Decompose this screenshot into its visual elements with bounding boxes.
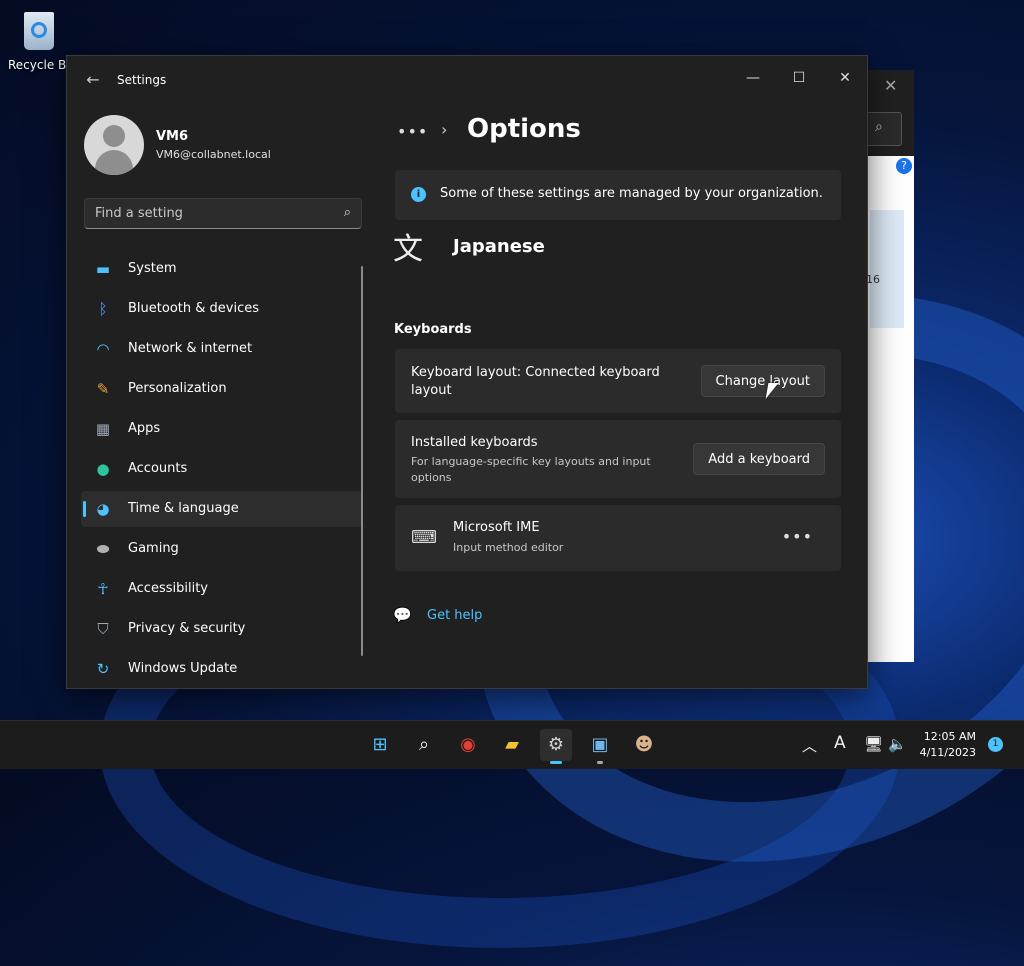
- ime-name: Microsoft IME: [453, 520, 540, 535]
- installed-keyboards-label: Installed keyboards: [411, 435, 538, 450]
- sidebar-item-bluetooth[interactable]: ᛒ Bluetooth & devices: [81, 291, 363, 327]
- accessibility-icon: ☥: [97, 580, 109, 598]
- network-icon[interactable]: 🖥: [864, 735, 883, 753]
- recycle-bin-icon: [20, 8, 58, 52]
- banner-text: Some of these settings are managed by yo…: [440, 186, 823, 201]
- bluetooth-icon: ᛒ: [98, 300, 108, 318]
- sidebar-item-windows-update[interactable]: ↻ Windows Update: [81, 651, 363, 687]
- apps-icon: ▦: [95, 420, 111, 438]
- users-icon[interactable]: ☻: [628, 729, 660, 761]
- user-email: VM6@collabnet.local: [156, 148, 271, 161]
- file-explorer-icon[interactable]: ▰: [496, 729, 528, 761]
- globe-clock-icon: ◕: [96, 500, 110, 518]
- settings-gear-icon[interactable]: ⚙: [540, 729, 572, 764]
- wifi-icon: ◠: [96, 340, 110, 358]
- maximize-icon[interactable]: ☐: [781, 64, 817, 92]
- installed-keyboards-card: Installed keyboards For language-specifi…: [395, 420, 841, 498]
- installed-keyboards-desc: For language-specific key layouts and in…: [411, 455, 651, 484]
- search-icon: ⌕: [875, 119, 883, 135]
- user-name: VM6: [156, 129, 189, 144]
- minimize-icon[interactable]: —: [735, 64, 771, 92]
- start-icon[interactable]: ⊞: [364, 729, 396, 761]
- sidebar-item-personalization[interactable]: ✎ Personalization: [81, 371, 363, 407]
- language-name: Japanese: [453, 236, 545, 257]
- managed-banner: i Some of these settings are managed by …: [395, 170, 841, 220]
- sidebar-item-time-language[interactable]: ◕ Time & language: [81, 491, 363, 527]
- change-layout-button[interactable]: Change layout: [700, 365, 825, 397]
- get-help-link[interactable]: Get help: [427, 608, 482, 623]
- breadcrumb-more-button[interactable]: •••: [397, 122, 428, 141]
- language-icon: 文: [393, 232, 423, 267]
- search-input[interactable]: [93, 205, 327, 222]
- window-title: Settings: [117, 73, 167, 87]
- keyboard-icon: ⌨: [411, 527, 437, 548]
- sidebar-scrollbar[interactable]: [361, 266, 363, 656]
- sidebar-item-apps[interactable]: ▦ Apps: [81, 411, 363, 447]
- sidebar-item-system[interactable]: ▬ System: [81, 251, 363, 287]
- search-box[interactable]: ⌕: [84, 198, 362, 229]
- sidebar-item-accounts[interactable]: ● Accounts: [81, 451, 363, 487]
- sidebar-item-privacy[interactable]: ⛉ Privacy & security: [81, 611, 363, 647]
- more-options-button[interactable]: •••: [782, 527, 813, 546]
- back-arrow-icon[interactable]: ←: [83, 70, 103, 90]
- keyboards-heading: Keyboards: [394, 322, 472, 337]
- active-app-indicator: [550, 761, 562, 764]
- background-close-icon[interactable]: ✕: [884, 76, 897, 95]
- background-search-button[interactable]: ⌕: [864, 112, 902, 146]
- background-panel: [870, 210, 904, 328]
- background-partial-text: 16: [866, 273, 880, 286]
- desktop-icon-recycle-bin[interactable]: Recycle Bin: [8, 8, 78, 72]
- taskbar-search-icon[interactable]: ⌕: [408, 729, 440, 761]
- gamepad-icon: ⬬: [96, 540, 110, 558]
- keyboard-layout-card: Keyboard layout: Connected keyboard layo…: [395, 349, 841, 413]
- ime-desc: Input method editor: [453, 541, 564, 554]
- title-bar[interactable]: ← Settings — ☐ ✕: [67, 56, 867, 104]
- system-icon: ▬: [95, 260, 111, 278]
- update-icon: ↻: [96, 660, 110, 678]
- sidebar-item-accessibility[interactable]: ☥ Accessibility: [81, 571, 363, 607]
- shield-icon: ⛉: [97, 620, 109, 638]
- running-app-indicator: [597, 761, 603, 764]
- settings-window: ← Settings — ☐ ✕ VM6 VM6@collabnet.local…: [66, 55, 868, 689]
- avatar[interactable]: [84, 115, 144, 175]
- chevron-up-icon[interactable]: ︿: [802, 735, 817, 756]
- accounts-icon: ●: [96, 460, 110, 478]
- help-icon[interactable]: ?: [896, 158, 912, 174]
- search-icon[interactable]: ⌕: [344, 205, 351, 220]
- sidebar-nav: ▬ System ᛒ Bluetooth & devices ◠ Network & …: [81, 251, 363, 691]
- close-icon[interactable]: ✕: [827, 64, 863, 92]
- keyboard-layout-label: Keyboard layout: Connected keyboard layo…: [411, 365, 660, 398]
- page-title: Options: [467, 114, 581, 144]
- chevron-right-icon: ›: [441, 120, 448, 139]
- volume-icon[interactable]: 🔈: [888, 735, 907, 753]
- input-indicator[interactable]: A: [834, 733, 846, 753]
- info-icon: i: [411, 187, 426, 202]
- clock-date: 4/11/2023: [919, 746, 976, 759]
- clock-time: 12:05 AM: [923, 730, 976, 743]
- help-chat-icon: 💬: [393, 606, 412, 624]
- sidebar-item-gaming[interactable]: ⬬ Gaming: [81, 531, 363, 567]
- taskbar: ⊞ ⌕ ◉ ▰ ⚙ ▣ ☻ ︿ A 🖥 🔈 12:05 AM 4/11/2023…: [0, 720, 1024, 769]
- active-indicator: [83, 501, 86, 517]
- recycle-bin-label: Recycle Bin: [8, 58, 78, 72]
- add-keyboard-button[interactable]: Add a keyboard: [693, 443, 825, 475]
- notification-badge[interactable]: 1: [988, 737, 1003, 752]
- ime-card[interactable]: ⌨ Microsoft IME Input method editor •••: [395, 505, 841, 571]
- remote-desktop-icon[interactable]: ▣: [584, 729, 616, 764]
- sidebar-item-network[interactable]: ◠ Network & internet: [81, 331, 363, 367]
- chrome-icon[interactable]: ◉: [452, 729, 484, 761]
- brush-icon: ✎: [96, 380, 110, 398]
- clock[interactable]: 12:05 AM 4/11/2023: [914, 729, 976, 761]
